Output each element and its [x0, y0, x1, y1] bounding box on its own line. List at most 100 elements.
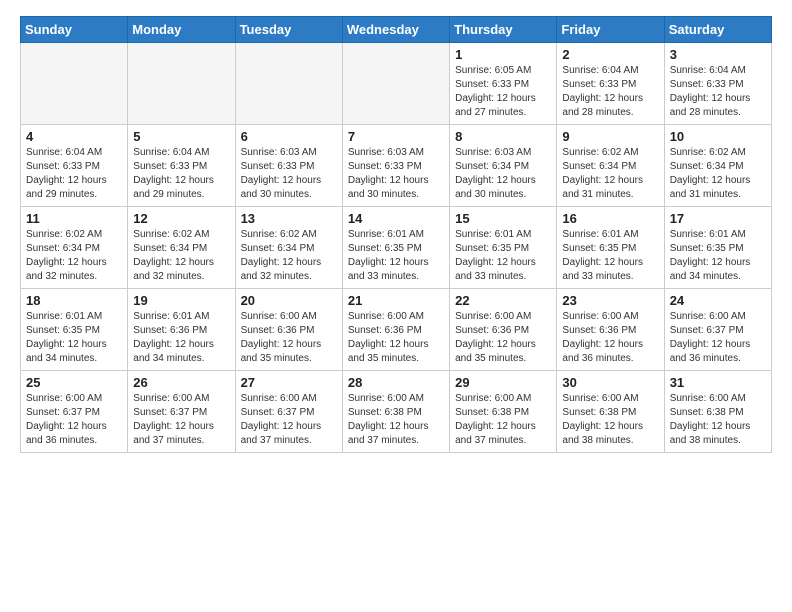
calendar-cell	[21, 43, 128, 125]
day-number: 9	[562, 129, 658, 144]
calendar-cell: 24 Sunrise: 6:00 AM Sunset: 6:37 PM Dayli…	[664, 289, 771, 371]
calendar-cell: 9 Sunrise: 6:02 AM Sunset: 6:34 PM Daylig…	[557, 125, 664, 207]
calendar-cell: 13 Sunrise: 6:02 AM Sunset: 6:34 PM Dayli…	[235, 207, 342, 289]
day-number: 24	[670, 293, 766, 308]
day-number: 5	[133, 129, 229, 144]
calendar-cell: 5 Sunrise: 6:04 AM Sunset: 6:33 PM Daylig…	[128, 125, 235, 207]
calendar-cell: 16 Sunrise: 6:01 AM Sunset: 6:35 PM Dayli…	[557, 207, 664, 289]
weekday-header-friday: Friday	[557, 17, 664, 43]
calendar-cell	[235, 43, 342, 125]
day-info: Sunrise: 6:02 AM Sunset: 6:34 PM Dayligh…	[562, 146, 658, 202]
day-info: Sunrise: 6:00 AM Sunset: 6:36 PM Dayligh…	[455, 310, 551, 366]
day-number: 1	[455, 47, 551, 62]
day-number: 6	[241, 129, 337, 144]
calendar-cell: 10 Sunrise: 6:02 AM Sunset: 6:34 PM Dayli…	[664, 125, 771, 207]
calendar-cell: 1 Sunrise: 6:05 AM Sunset: 6:33 PM Daylig…	[450, 43, 557, 125]
day-number: 3	[670, 47, 766, 62]
day-number: 17	[670, 211, 766, 226]
day-info: Sunrise: 6:03 AM Sunset: 6:34 PM Dayligh…	[455, 146, 551, 202]
day-info: Sunrise: 6:01 AM Sunset: 6:35 PM Dayligh…	[348, 228, 444, 284]
week-row-2: 11 Sunrise: 6:02 AM Sunset: 6:34 PM Dayli…	[21, 207, 772, 289]
calendar-cell: 28 Sunrise: 6:00 AM Sunset: 6:38 PM Dayli…	[342, 371, 449, 453]
day-number: 16	[562, 211, 658, 226]
calendar-cell: 7Sunrise: 6:03 AM Sunset: 6:33 PM Daylig…	[342, 125, 449, 207]
calendar-cell: 6 Sunrise: 6:03 AM Sunset: 6:33 PM Daylig…	[235, 125, 342, 207]
calendar-table: SundayMondayTuesdayWednesdayThursdayFrid…	[20, 16, 772, 453]
day-info: Sunrise: 6:00 AM Sunset: 6:36 PM Dayligh…	[348, 310, 444, 366]
calendar-cell: 11 Sunrise: 6:02 AM Sunset: 6:34 PM Dayli…	[21, 207, 128, 289]
day-info: Sunrise: 6:05 AM Sunset: 6:33 PM Dayligh…	[455, 64, 551, 120]
day-number: 27	[241, 375, 337, 390]
day-number: 11	[26, 211, 122, 226]
calendar-cell: 30 Sunrise: 6:00 AM Sunset: 6:38 PM Dayli…	[557, 371, 664, 453]
weekday-header-thursday: Thursday	[450, 17, 557, 43]
day-info: Sunrise: 6:00 AM Sunset: 6:38 PM Dayligh…	[455, 392, 551, 448]
day-info: Sunrise: 6:00 AM Sunset: 6:37 PM Dayligh…	[241, 392, 337, 448]
day-info: Sunrise: 6:01 AM Sunset: 6:36 PM Dayligh…	[133, 310, 229, 366]
day-info: Sunrise: 6:00 AM Sunset: 6:38 PM Dayligh…	[562, 392, 658, 448]
weekday-header-tuesday: Tuesday	[235, 17, 342, 43]
day-info: Sunrise: 6:03 AM Sunset: 6:33 PM Dayligh…	[241, 146, 337, 202]
day-info: Sunrise: 6:02 AM Sunset: 6:34 PM Dayligh…	[133, 228, 229, 284]
day-info: Sunrise: 6:00 AM Sunset: 6:36 PM Dayligh…	[241, 310, 337, 366]
calendar-cell: 22 Sunrise: 6:00 AM Sunset: 6:36 PM Dayli…	[450, 289, 557, 371]
day-info: Sunrise: 6:01 AM Sunset: 6:35 PM Dayligh…	[562, 228, 658, 284]
week-row-1: 4Sunrise: 6:04 AM Sunset: 6:33 PM Daylig…	[21, 125, 772, 207]
day-number: 10	[670, 129, 766, 144]
calendar-cell: 15 Sunrise: 6:01 AM Sunset: 6:35 PM Dayli…	[450, 207, 557, 289]
day-number: 23	[562, 293, 658, 308]
day-info: Sunrise: 6:02 AM Sunset: 6:34 PM Dayligh…	[26, 228, 122, 284]
day-number: 13	[241, 211, 337, 226]
day-info: Sunrise: 6:01 AM Sunset: 6:35 PM Dayligh…	[26, 310, 122, 366]
day-number: 26	[133, 375, 229, 390]
day-number: 14	[348, 211, 444, 226]
calendar-cell: 2 Sunrise: 6:04 AM Sunset: 6:33 PM Daylig…	[557, 43, 664, 125]
day-number: 20	[241, 293, 337, 308]
day-number: 15	[455, 211, 551, 226]
day-number: 22	[455, 293, 551, 308]
day-number: 19	[133, 293, 229, 308]
calendar-cell: 29 Sunrise: 6:00 AM Sunset: 6:38 PM Dayli…	[450, 371, 557, 453]
day-number: 25	[26, 375, 122, 390]
weekday-header-row: SundayMondayTuesdayWednesdayThursdayFrid…	[21, 17, 772, 43]
day-info: Sunrise: 6:00 AM Sunset: 6:36 PM Dayligh…	[562, 310, 658, 366]
calendar-cell: 21Sunrise: 6:00 AM Sunset: 6:36 PM Dayli…	[342, 289, 449, 371]
day-number: 29	[455, 375, 551, 390]
day-info: Sunrise: 6:02 AM Sunset: 6:34 PM Dayligh…	[670, 146, 766, 202]
calendar-cell: 12 Sunrise: 6:02 AM Sunset: 6:34 PM Dayli…	[128, 207, 235, 289]
day-number: 30	[562, 375, 658, 390]
calendar-cell: 19 Sunrise: 6:01 AM Sunset: 6:36 PM Dayli…	[128, 289, 235, 371]
calendar-cell: 31Sunrise: 6:00 AM Sunset: 6:38 PM Dayli…	[664, 371, 771, 453]
day-info: Sunrise: 6:02 AM Sunset: 6:34 PM Dayligh…	[241, 228, 337, 284]
week-row-4: 25 Sunrise: 6:00 AM Sunset: 6:37 PM Dayli…	[21, 371, 772, 453]
day-info: Sunrise: 6:00 AM Sunset: 6:37 PM Dayligh…	[670, 310, 766, 366]
day-info: Sunrise: 6:04 AM Sunset: 6:33 PM Dayligh…	[26, 146, 122, 202]
weekday-header-wednesday: Wednesday	[342, 17, 449, 43]
calendar-cell	[128, 43, 235, 125]
day-info: Sunrise: 6:04 AM Sunset: 6:33 PM Dayligh…	[133, 146, 229, 202]
day-info: Sunrise: 6:01 AM Sunset: 6:35 PM Dayligh…	[455, 228, 551, 284]
day-number: 18	[26, 293, 122, 308]
weekday-header-monday: Monday	[128, 17, 235, 43]
day-info: Sunrise: 6:01 AM Sunset: 6:35 PM Dayligh…	[670, 228, 766, 284]
weekday-header-saturday: Saturday	[664, 17, 771, 43]
day-number: 12	[133, 211, 229, 226]
day-info: Sunrise: 6:00 AM Sunset: 6:37 PM Dayligh…	[133, 392, 229, 448]
day-number: 28	[348, 375, 444, 390]
calendar-cell: 25Sunrise: 6:00 AM Sunset: 6:37 PM Dayli…	[21, 371, 128, 453]
day-number: 2	[562, 47, 658, 62]
day-info: Sunrise: 6:00 AM Sunset: 6:38 PM Dayligh…	[348, 392, 444, 448]
calendar-cell: 23 Sunrise: 6:00 AM Sunset: 6:36 PM Dayli…	[557, 289, 664, 371]
week-row-0: 1 Sunrise: 6:05 AM Sunset: 6:33 PM Daylig…	[21, 43, 772, 125]
calendar-cell: 17 Sunrise: 6:01 AM Sunset: 6:35 PM Dayli…	[664, 207, 771, 289]
day-info: Sunrise: 6:00 AM Sunset: 6:38 PM Dayligh…	[670, 392, 766, 448]
weekday-header-sunday: Sunday	[21, 17, 128, 43]
calendar-cell	[342, 43, 449, 125]
calendar-cell: 18 Sunrise: 6:01 AM Sunset: 6:35 PM Dayli…	[21, 289, 128, 371]
page: SundayMondayTuesdayWednesdayThursdayFrid…	[0, 0, 792, 473]
calendar-cell: 20 Sunrise: 6:00 AM Sunset: 6:36 PM Dayli…	[235, 289, 342, 371]
day-info: Sunrise: 6:04 AM Sunset: 6:33 PM Dayligh…	[562, 64, 658, 120]
calendar-cell: 27 Sunrise: 6:00 AM Sunset: 6:37 PM Dayli…	[235, 371, 342, 453]
calendar-cell: 3Sunrise: 6:04 AM Sunset: 6:33 PM Daylig…	[664, 43, 771, 125]
week-row-3: 18 Sunrise: 6:01 AM Sunset: 6:35 PM Dayli…	[21, 289, 772, 371]
